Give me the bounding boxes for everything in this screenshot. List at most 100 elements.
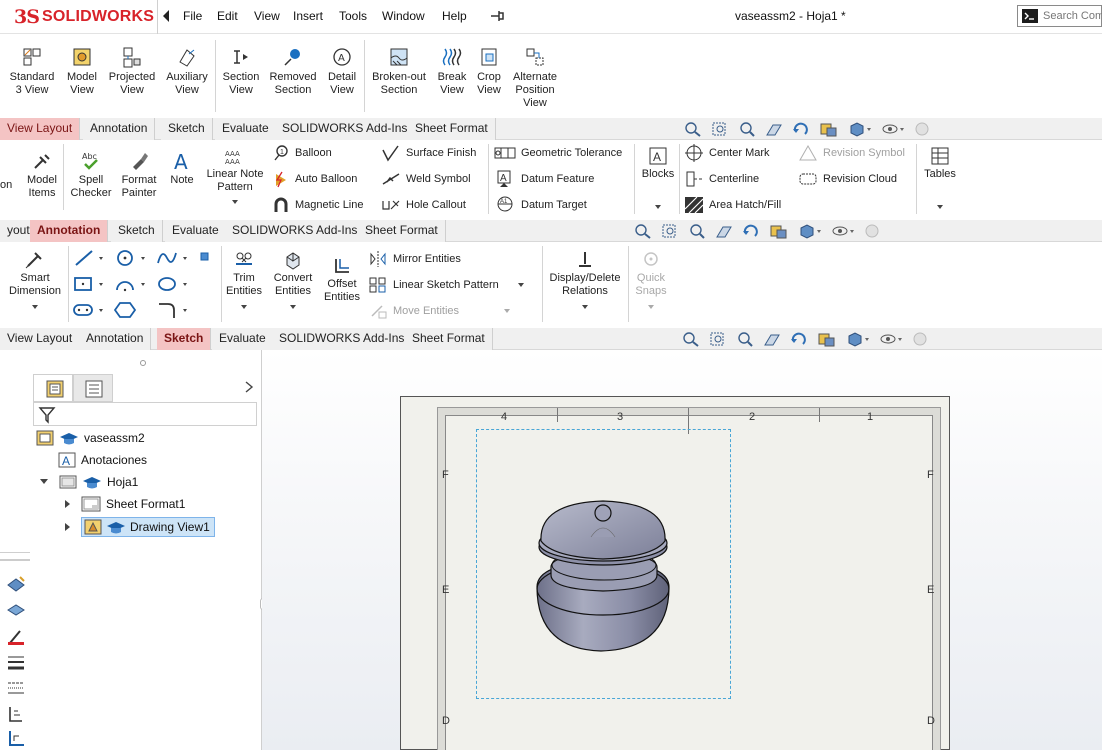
- tab-view-layout[interactable]: View Layout: [0, 118, 81, 140]
- convert-entities-button[interactable]: Convert Entities: [270, 250, 316, 311]
- tab-annotation[interactable]: Annotation: [83, 118, 156, 140]
- tab-sheet-format[interactable]: Sheet Format: [358, 220, 446, 242]
- pin-menu-icon[interactable]: [490, 9, 506, 23]
- centerline-button[interactable]: Centerline: [684, 170, 759, 188]
- slot-tool-icon[interactable]: [72, 300, 104, 320]
- smart-dimension-button[interactable]: Smart Dimension: [4, 250, 66, 311]
- area-hatch-fill-button[interactable]: Area Hatch/Fill: [684, 196, 781, 214]
- collapse-arrow-icon[interactable]: [38, 476, 50, 488]
- linear-sketch-pattern-button[interactable]: Linear Sketch Pattern: [368, 276, 526, 294]
- weld-symbol-button[interactable]: Weld Symbol: [381, 170, 471, 188]
- tree-item-sheet-format1[interactable]: Sheet Format1: [62, 496, 185, 512]
- display-delete-relations-button[interactable]: Display/Delete Relations: [546, 250, 624, 311]
- tab-evaluate[interactable]: Evaluate: [215, 118, 277, 140]
- menu-help[interactable]: Help: [442, 9, 467, 23]
- expand-arrow-icon[interactable]: [62, 498, 74, 510]
- mirror-entities-button[interactable]: Mirror Entities: [368, 250, 461, 268]
- hide-show-items-icon[interactable]: [879, 331, 903, 347]
- view-orientation-icon[interactable]: [769, 223, 789, 239]
- panel-grip-icon[interactable]: [140, 360, 146, 366]
- menu-edit[interactable]: Edit: [217, 9, 238, 23]
- tab-solidworks-addins[interactable]: SOLIDWORKS Add-Ins: [275, 118, 416, 140]
- dropdown-arrow-icon[interactable]: [580, 303, 590, 311]
- section-view-button[interactable]: Section View: [219, 46, 263, 97]
- dropdown-arrow-icon[interactable]: [502, 307, 512, 315]
- tree-item-hoja1[interactable]: Hoja1: [38, 474, 138, 490]
- tab-solidworks-addins[interactable]: SOLIDWORKS Add-Ins: [272, 328, 413, 350]
- surface-finish-button[interactable]: Surface Finish: [381, 144, 476, 162]
- zoom-to-area-icon[interactable]: [709, 331, 727, 347]
- appearance-icon[interactable]: [914, 121, 930, 137]
- move-entities-button[interactable]: Move Entities: [368, 302, 512, 320]
- tab-sketch[interactable]: Sketch: [111, 220, 163, 242]
- tab-evaluate[interactable]: Evaluate: [165, 220, 227, 242]
- trim-entities-button[interactable]: Trim Entities: [224, 250, 264, 311]
- arc-tool-icon[interactable]: [114, 274, 146, 294]
- center-mark-button[interactable]: Center Mark: [684, 144, 770, 162]
- rectangle-tool-icon[interactable]: [72, 274, 104, 294]
- previous-view-icon[interactable]: [736, 331, 754, 347]
- projected-view-button[interactable]: Projected View: [105, 46, 159, 97]
- dropdown-arrow-icon[interactable]: [288, 303, 298, 311]
- line-thickness-icon[interactable]: [6, 653, 26, 671]
- blocks-button[interactable]: A Blocks: [638, 146, 678, 211]
- spell-checker-button[interactable]: Abc Spell Checker: [68, 150, 114, 200]
- hole-callout-button[interactable]: Hole Callout: [381, 196, 466, 214]
- dropdown-arrow-icon[interactable]: [646, 303, 656, 311]
- drawing-sheet[interactable]: 4 3 2 1 F F E E D D: [400, 396, 950, 750]
- appearance-icon[interactable]: [864, 223, 880, 239]
- datum-target-button[interactable]: A1 Datum Target: [494, 196, 587, 214]
- solidworks-logo[interactable]: 3S SOLIDWORKS: [14, 6, 154, 28]
- broken-out-section-button[interactable]: Broken-out Section: [368, 46, 430, 97]
- tree-item-anotaciones[interactable]: A Anotaciones: [58, 452, 147, 468]
- tree-item-drawing-view1[interactable]: Drawing View1: [62, 517, 215, 537]
- tab-sheet-format[interactable]: Sheet Format: [408, 118, 496, 140]
- line-tool-icon[interactable]: [72, 248, 104, 268]
- section-view-heads-up-icon[interactable]: [715, 223, 733, 239]
- datum-feature-button[interactable]: A Datum Feature: [494, 170, 594, 188]
- rotate-view-icon[interactable]: [742, 223, 760, 239]
- feature-manager-tab[interactable]: [33, 374, 73, 401]
- appearance-icon[interactable]: [912, 331, 928, 347]
- tab-sheet-format[interactable]: Sheet Format: [405, 328, 493, 350]
- rotate-view-icon[interactable]: [792, 121, 810, 137]
- view-orientation-icon[interactable]: [817, 331, 837, 347]
- polygon-tool-icon[interactable]: [114, 300, 138, 320]
- linear-note-pattern-button[interactable]: AAA AAA Linear Note Pattern: [204, 148, 266, 206]
- hide-show-items-icon[interactable]: [831, 223, 855, 239]
- quick-snaps-button[interactable]: Quick Snaps: [632, 250, 670, 311]
- tab-sketch[interactable]: Sketch: [157, 328, 212, 350]
- menu-window[interactable]: Window: [382, 9, 425, 23]
- previous-view-icon[interactable]: [738, 121, 756, 137]
- previous-view-icon[interactable]: [688, 223, 706, 239]
- menu-file[interactable]: File: [183, 9, 202, 23]
- line-style-icon[interactable]: [6, 679, 26, 697]
- revision-symbol-button[interactable]: Revision Symbol: [798, 144, 905, 162]
- dropdown-arrow-icon[interactable]: [230, 198, 240, 206]
- menu-view[interactable]: View: [254, 9, 280, 23]
- menu-collapse-icon[interactable]: [160, 8, 172, 24]
- ellipse-tool-icon[interactable]: [156, 274, 188, 294]
- line-color-icon[interactable]: [6, 627, 26, 645]
- dropdown-arrow-icon[interactable]: [516, 281, 526, 289]
- display-style-icon[interactable]: [848, 121, 872, 137]
- zoom-to-area-icon[interactable]: [711, 121, 729, 137]
- layer-properties-icon[interactable]: [6, 575, 26, 593]
- crop-view-button[interactable]: Crop View: [473, 46, 505, 97]
- zoom-to-area-icon[interactable]: [661, 223, 679, 239]
- tree-root[interactable]: vaseassm2: [36, 430, 145, 446]
- break-view-button[interactable]: Break View: [435, 46, 469, 97]
- removed-section-button[interactable]: Removed Section: [268, 46, 318, 97]
- expand-arrow-icon[interactable]: [62, 521, 74, 533]
- auto-balloon-button[interactable]: Auto Balloon: [272, 170, 357, 188]
- balloon-button[interactable]: 1 Balloon: [272, 144, 332, 162]
- dropdown-arrow-icon[interactable]: [239, 303, 249, 311]
- property-manager-tab[interactable]: [73, 374, 113, 401]
- menu-tools[interactable]: Tools: [339, 9, 367, 23]
- standard-3-view-button[interactable]: Standard 3 View: [4, 46, 60, 97]
- zoom-to-fit-icon[interactable]: [682, 331, 700, 347]
- detail-view-button[interactable]: A Detail View: [323, 46, 361, 97]
- point-tool-icon[interactable]: [198, 250, 212, 264]
- offset-entities-button[interactable]: Offset Entities: [322, 256, 362, 304]
- rotate-view-icon[interactable]: [790, 331, 808, 347]
